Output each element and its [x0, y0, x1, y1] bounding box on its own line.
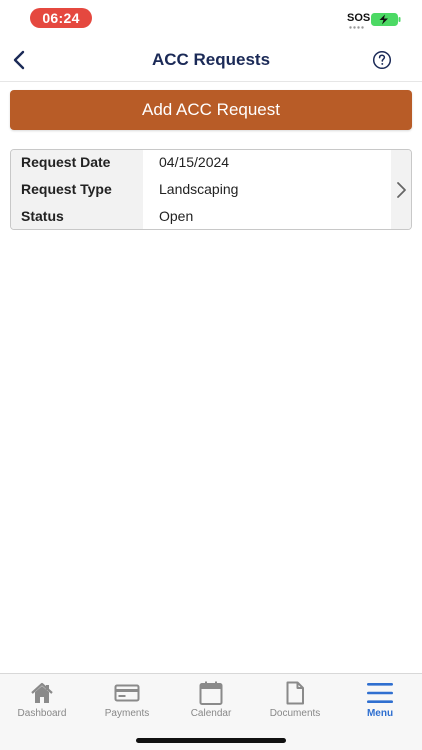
tab-calendar[interactable]: Calendar [169, 674, 253, 724]
tab-menu[interactable]: Menu [338, 674, 422, 724]
status-time: 06:24 [30, 8, 92, 28]
request-date-label: Request Date [21, 154, 111, 170]
status-row: Status Open [11, 204, 391, 229]
request-date-value: 04/15/2024 [159, 154, 230, 170]
tab-payments[interactable]: Payments [85, 674, 169, 724]
request-type-value: Landscaping [159, 181, 239, 197]
home-icon [31, 682, 53, 703]
tab-dashboard[interactable]: Dashboard [0, 674, 84, 724]
home-indicator[interactable] [136, 738, 286, 743]
status-value: Open [159, 208, 194, 224]
document-icon [286, 681, 304, 705]
status-bar: 06:24 SOS [0, 0, 422, 38]
request-type-label: Request Type [21, 181, 112, 197]
credit-card-icon [114, 684, 140, 702]
page-title: ACC Requests [151, 50, 271, 69]
tab-payments-label: Payments [104, 708, 150, 719]
menu-icon [367, 683, 393, 703]
tab-documents-label: Documents [269, 708, 321, 719]
calendar-icon [199, 681, 223, 705]
status-label: Status [21, 208, 64, 224]
chevron-right-icon [397, 182, 406, 198]
request-date-row: Request Date 04/15/2024 [11, 150, 391, 177]
tab-menu-label: Menu [366, 708, 394, 719]
signal-dots-icon [349, 26, 364, 29]
add-acc-request-button[interactable]: Add ACC Request [10, 90, 412, 130]
request-type-row: Request Type Landscaping [11, 177, 391, 204]
tab-documents[interactable]: Documents [253, 674, 337, 724]
nav-bar: ACC Requests [0, 38, 422, 82]
request-card[interactable]: Request Date 04/15/2024 Request Type Lan… [10, 149, 412, 230]
battery-charging-icon [371, 13, 401, 26]
tab-calendar-label: Calendar [190, 708, 232, 719]
tab-dashboard-label: Dashboard [17, 708, 67, 719]
status-carrier: SOS [347, 12, 371, 24]
question-circle-icon[interactable] [372, 50, 392, 70]
